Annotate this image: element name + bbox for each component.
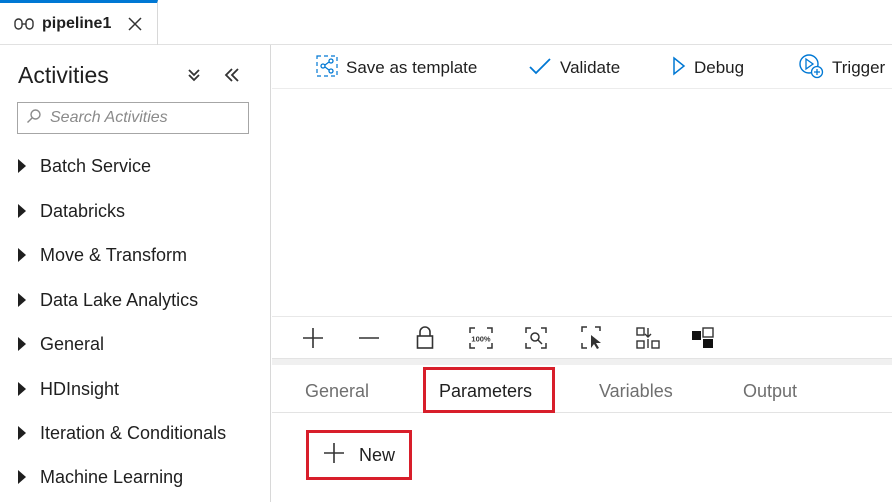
plus-icon <box>323 442 345 469</box>
expand-triangle-icon <box>18 248 26 262</box>
tab-general[interactable]: General <box>305 381 369 402</box>
category-label: Move & Transform <box>40 244 188 265</box>
validate-label: Validate <box>560 58 621 77</box>
category-label: Data Lake Analytics <box>40 289 199 310</box>
category-label: HDInsight <box>40 378 120 399</box>
zoom-100-icon[interactable]: 100% <box>469 326 493 350</box>
template-icon <box>316 54 338 82</box>
parameters-highlight-box <box>423 367 555 413</box>
zoom-100-label: 100% <box>471 335 491 344</box>
zoom-in-icon[interactable] <box>301 326 325 350</box>
tab-pipeline1[interactable]: pipeline1 <box>0 0 158 45</box>
expand-triangle-icon <box>18 382 26 396</box>
properties-tabs: General Parameters Variables Output <box>272 365 892 413</box>
debug-label: Debug <box>694 58 745 77</box>
close-icon[interactable] <box>125 14 145 34</box>
multi-select-icon[interactable] <box>580 326 604 350</box>
validate-button[interactable]: Validate <box>528 55 620 81</box>
output-view-icon[interactable] <box>691 326 715 350</box>
tab-label: pipeline1 <box>42 15 112 32</box>
activities-title: Activities <box>18 62 109 88</box>
expand-triangle-icon <box>18 159 26 173</box>
expand-triangle-icon <box>18 426 26 440</box>
category-label: Databricks <box>40 200 126 221</box>
document-tab-strip: pipeline1 <box>0 0 892 45</box>
new-label: New <box>359 444 396 465</box>
panel-splitter[interactable] <box>272 358 892 365</box>
checkmark-icon <box>528 56 552 81</box>
pipeline-toolbar: Save as template Validate Debug Trigger <box>272 45 892 89</box>
new-parameter-button[interactable]: New <box>306 430 412 480</box>
activities-panel: Activities Batch Service Databricks Move… <box>0 45 271 502</box>
category-hdinsight[interactable]: HDInsight <box>18 374 119 404</box>
category-label: Machine Learning <box>40 466 184 487</box>
collapse-all-icon[interactable] <box>184 65 204 85</box>
pipeline-canvas[interactable] <box>272 90 892 316</box>
save-as-template-button[interactable]: Save as template <box>316 54 478 82</box>
play-icon <box>672 55 686 81</box>
trigger-button[interactable]: Trigger <box>798 53 886 84</box>
category-label: Batch Service <box>40 155 152 176</box>
auto-align-icon[interactable] <box>636 326 660 350</box>
category-batch-service[interactable]: Batch Service <box>18 151 151 181</box>
category-general[interactable]: General <box>18 329 104 359</box>
tab-variables[interactable]: Variables <box>599 381 673 402</box>
expand-triangle-icon <box>18 337 26 351</box>
pipeline-icon <box>14 17 34 31</box>
search-input[interactable] <box>50 109 240 127</box>
save-as-template-label: Save as template <box>346 58 478 77</box>
trigger-icon <box>798 53 824 84</box>
expand-triangle-icon <box>18 204 26 218</box>
debug-button[interactable]: Debug <box>672 55 744 81</box>
zoom-out-icon[interactable] <box>357 326 381 350</box>
category-data-lake-analytics[interactable]: Data Lake Analytics <box>18 285 198 315</box>
category-label: General <box>40 333 105 354</box>
lock-icon[interactable] <box>413 326 437 350</box>
category-move-transform[interactable]: Move & Transform <box>18 240 187 270</box>
trigger-label: Trigger <box>832 58 886 77</box>
canvas-toolbar: 100% <box>272 316 892 358</box>
search-activities-box <box>17 102 249 134</box>
search-icon <box>26 108 42 129</box>
category-machine-learning[interactable]: Machine Learning <box>18 462 183 492</box>
expand-triangle-icon <box>18 470 26 484</box>
expand-triangle-icon <box>18 293 26 307</box>
category-iteration-conditionals[interactable]: Iteration & Conditionals <box>18 418 226 448</box>
zoom-to-fit-icon[interactable] <box>524 326 548 350</box>
category-label: Iteration & Conditionals <box>40 422 227 443</box>
collapse-panel-icon[interactable] <box>222 65 242 85</box>
category-databricks[interactable]: Databricks <box>18 196 125 226</box>
tab-output[interactable]: Output <box>743 381 797 402</box>
